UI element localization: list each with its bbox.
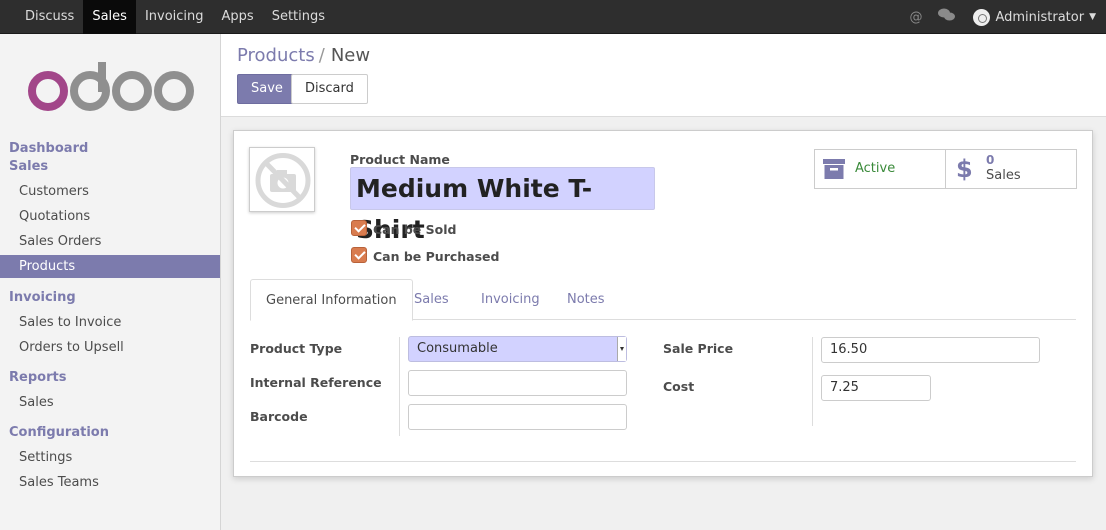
discard-button[interactable]: Discard: [291, 74, 368, 104]
sales-stat-label: Sales: [986, 168, 1021, 183]
breadcrumb-separator: /: [318, 45, 325, 66]
control-panel: Products / New Save Discard: [221, 34, 1106, 117]
avatar[interactable]: [973, 8, 991, 26]
sale-price-input[interactable]: 16.50: [821, 337, 1040, 363]
sidebar-item-settings[interactable]: Settings: [0, 446, 220, 469]
can-be-sold-checkbox[interactable]: [351, 220, 367, 236]
sales-stat-button[interactable]: $ 0 Sales: [945, 149, 1077, 189]
sidebar-item-quotations[interactable]: Quotations: [0, 205, 220, 228]
can-be-purchased-checkbox[interactable]: [351, 247, 367, 263]
chat-icon[interactable]: [938, 8, 956, 26]
active-toggle-button[interactable]: Active: [814, 149, 946, 189]
sidebar-item-products[interactable]: Products: [0, 255, 220, 278]
sales-count: 0: [986, 153, 995, 167]
form-sheet: Product Name Medium White T-Shirt Can be…: [233, 130, 1093, 477]
menu-apps[interactable]: Apps: [213, 0, 263, 34]
active-label: Active: [855, 161, 896, 176]
column-divider-right: [812, 337, 813, 426]
menu-sales[interactable]: Sales: [83, 0, 136, 34]
menu-discuss[interactable]: Discuss: [16, 0, 83, 34]
sidebar-item-sales-teams[interactable]: Sales Teams: [0, 471, 220, 494]
sidebar-item-orders-to-upsell[interactable]: Orders to Upsell: [0, 336, 220, 359]
sidebar-section-invoicing[interactable]: Invoicing: [9, 290, 76, 305]
internal-reference-input[interactable]: [408, 370, 627, 396]
product-name-input[interactable]: Medium White T-Shirt: [350, 167, 655, 244]
column-divider: [399, 337, 400, 436]
sidebar-section-sales[interactable]: Sales: [9, 159, 48, 174]
sidebar-item-reports-sales[interactable]: Sales: [0, 391, 220, 414]
product-type-value: Consumable: [417, 341, 498, 356]
menu-settings[interactable]: Settings: [263, 0, 334, 34]
breadcrumb: Products / New: [237, 45, 370, 66]
tab-notes[interactable]: Notes: [552, 279, 620, 320]
sidebar-item-sales-orders[interactable]: Sales Orders: [0, 230, 220, 253]
sale-price-label: Sale Price: [663, 341, 734, 356]
odoo-logo: [28, 62, 194, 111]
menu-invoicing[interactable]: Invoicing: [136, 0, 213, 34]
no-camera-icon: [255, 153, 311, 208]
sidebar-section-configuration[interactable]: Configuration: [9, 425, 109, 440]
sidebar-item-customers[interactable]: Customers: [0, 180, 220, 203]
sheet-divider: [250, 461, 1076, 462]
sidebar: Dashboard Sales Customers Quotations Sal…: [0, 34, 221, 530]
tab-invoicing[interactable]: Invoicing: [466, 279, 555, 320]
sidebar-section-reports[interactable]: Reports: [9, 370, 66, 385]
chevron-down-icon[interactable]: [617, 337, 626, 361]
product-type-select[interactable]: Consumable: [408, 336, 627, 362]
user-name[interactable]: Administrator: [995, 10, 1084, 25]
cost-label: Cost: [663, 379, 695, 394]
can-be-sold-label: Can be Sold: [373, 222, 457, 237]
internal-reference-label: Internal Reference: [250, 375, 382, 390]
at-sign-icon[interactable]: @: [909, 10, 922, 25]
archive-icon: [823, 159, 845, 179]
tab-sales[interactable]: Sales: [399, 279, 464, 320]
barcode-label: Barcode: [250, 409, 308, 424]
notebook-tabs: General Information Sales Invoicing Note…: [250, 279, 1076, 321]
product-type-label: Product Type: [250, 341, 343, 356]
topbar-right: @ Administrator ▼: [893, 0, 1096, 34]
breadcrumb-current: New: [330, 45, 371, 66]
chevron-down-icon[interactable]: ▼: [1089, 12, 1096, 22]
barcode-input[interactable]: [408, 404, 627, 430]
breadcrumb-products[interactable]: Products: [237, 45, 315, 66]
top-navbar: Discuss Sales Invoicing Apps Settings @ …: [0, 0, 1106, 34]
main-content: Products / New Save Discard Product Name M…: [221, 34, 1106, 530]
can-be-purchased-label: Can be Purchased: [373, 249, 500, 264]
save-button[interactable]: Save: [237, 74, 297, 104]
app-menu: Discuss Sales Invoicing Apps Settings: [16, 0, 334, 34]
product-image[interactable]: [249, 147, 315, 212]
sidebar-item-sales-to-invoice[interactable]: Sales to Invoice: [0, 311, 220, 334]
dollar-icon: $: [956, 155, 973, 183]
sidebar-section-dashboard[interactable]: Dashboard: [9, 141, 88, 156]
tab-general-information[interactable]: General Information: [250, 279, 413, 321]
product-name-label: Product Name: [350, 152, 450, 167]
cost-input[interactable]: 7.25: [821, 375, 931, 401]
